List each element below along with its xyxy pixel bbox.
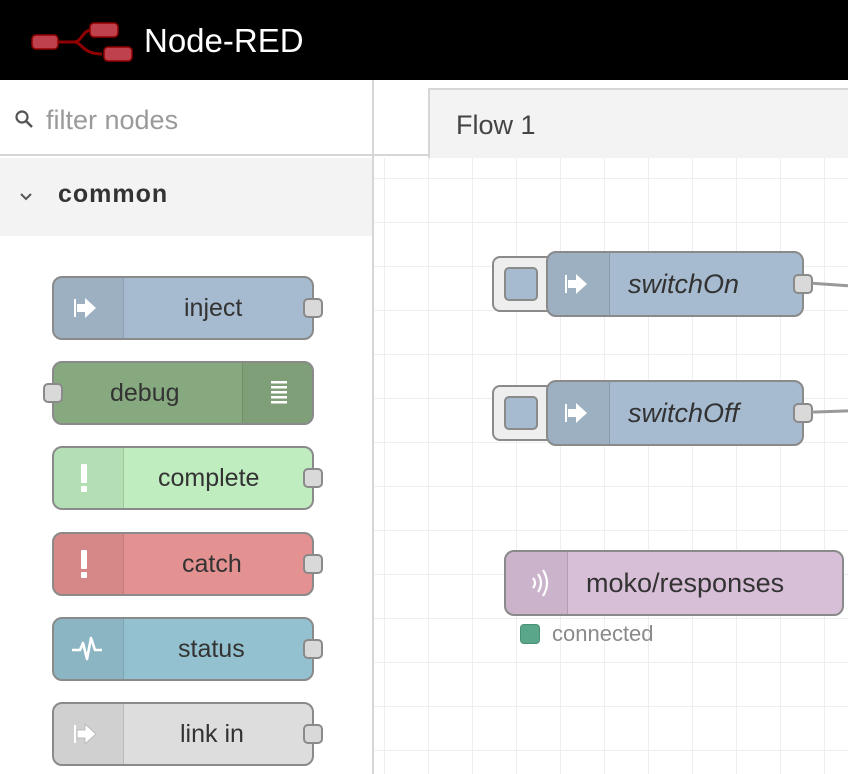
output-port[interactable] — [303, 468, 323, 488]
flow-node-mqtt-in[interactable]: moko/responses — [504, 550, 844, 616]
palette-node-label: inject — [184, 294, 243, 322]
flow-node-switchoff[interactable]: switchOff — [546, 380, 813, 446]
output-port[interactable] — [793, 403, 813, 423]
node-red-logo-icon — [31, 22, 133, 62]
status-text: connected — [552, 621, 654, 646]
header-bar: Node-RED — [0, 0, 848, 80]
output-port[interactable] — [303, 724, 323, 744]
palette-node-catch[interactable]: catch — [52, 532, 323, 596]
arrow-in-icon — [74, 298, 96, 318]
inject-trigger-button[interactable] — [492, 256, 552, 312]
inject-trigger-button[interactable] — [492, 385, 552, 441]
flow-workspace: Flow 1 switchOn switchOff moko/responses… — [374, 80, 848, 774]
output-port[interactable] — [303, 298, 323, 318]
output-port[interactable] — [303, 639, 323, 659]
link-icon — [74, 722, 97, 746]
search-icon — [15, 110, 33, 128]
palette-node-label: debug — [110, 379, 180, 407]
pulse-icon — [72, 636, 102, 661]
filter-nodes-input[interactable] — [46, 98, 356, 142]
app-title: Node-RED — [144, 22, 304, 59]
arrow-in-icon — [565, 274, 587, 294]
output-port[interactable] — [303, 554, 323, 574]
exclamation-icon — [81, 464, 87, 492]
flow-node-label: switchOn — [628, 269, 740, 299]
palette-node-label: catch — [182, 550, 242, 578]
palette-node-label: complete — [158, 464, 260, 492]
flow-node-switchon[interactable]: switchOn — [546, 251, 813, 317]
palette-filter — [0, 80, 372, 156]
palette-node-status[interactable]: status — [52, 617, 323, 681]
palette-node-complete[interactable]: complete — [52, 446, 323, 510]
mqtt-wave-icon — [532, 569, 549, 597]
arrow-in-icon — [565, 403, 587, 423]
chevron-down-icon — [20, 193, 32, 201]
list-icon — [271, 381, 287, 404]
exclamation-icon — [81, 550, 87, 578]
node-palette: common inject debug — [0, 80, 374, 774]
input-port[interactable] — [43, 383, 63, 403]
status-indicator-icon — [520, 624, 540, 644]
palette-node-debug[interactable]: debug — [43, 361, 314, 425]
tab-flow-1[interactable]: Flow 1 — [428, 88, 848, 158]
palette-node-inject[interactable]: inject — [52, 276, 323, 340]
palette-node-label: link in — [180, 720, 244, 748]
workspace-tab-bar: Flow 1 — [374, 80, 848, 158]
category-header-common[interactable]: common — [0, 158, 372, 236]
palette-node-label: status — [178, 635, 245, 663]
flow-node-label: moko/responses — [586, 568, 785, 598]
output-port[interactable] — [793, 274, 813, 294]
tab-label: Flow 1 — [456, 110, 536, 140]
palette-node-link-in[interactable]: link in — [52, 702, 323, 766]
flow-node-label: switchOff — [628, 398, 740, 428]
category-label: common — [58, 180, 169, 208]
